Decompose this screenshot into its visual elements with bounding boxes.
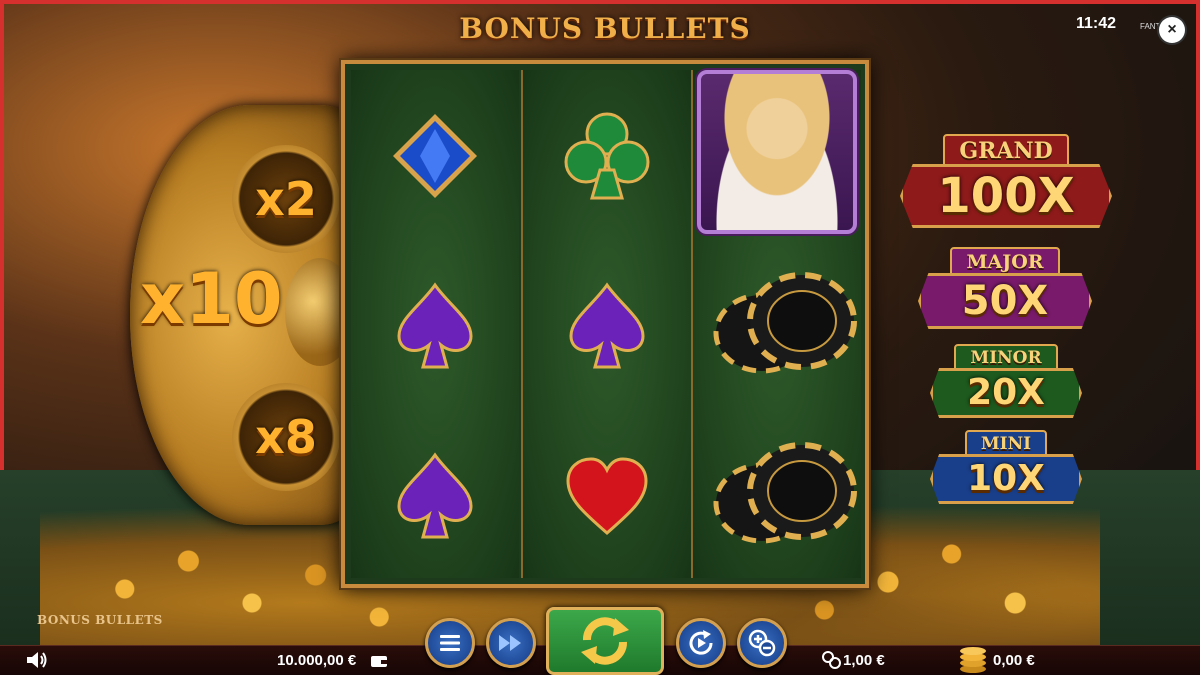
turbo-button[interactable] xyxy=(486,618,536,668)
balance-value: 10.000,00 € xyxy=(277,652,357,669)
game-title: BONUS BULLETS xyxy=(459,12,751,45)
fant-label: FANT xyxy=(1140,22,1161,31)
purple-spade-icon xyxy=(547,266,667,386)
jackpot-grand: GRAND 100X xyxy=(900,134,1112,228)
multiplier-top: x2 xyxy=(255,172,317,226)
autoplay-button[interactable] xyxy=(676,618,726,668)
reel-2 xyxy=(523,70,691,578)
chamber-bottom: x8 xyxy=(232,383,340,491)
jackpot-grand-label: GRAND xyxy=(943,134,1069,168)
jackpot-mini-label: MINI xyxy=(964,430,1048,458)
fast-forward-icon xyxy=(499,635,521,651)
jackpot-mini-value: 10X xyxy=(930,454,1082,504)
menu-button[interactable] xyxy=(425,618,475,668)
blonde-lady-portrait-icon xyxy=(697,70,857,234)
blue-diamond-gem-icon xyxy=(375,96,495,216)
spin-button[interactable] xyxy=(546,607,664,675)
reel-3 xyxy=(693,70,861,578)
speaker-icon[interactable] xyxy=(26,651,48,674)
jackpot-major: MAJOR 50X xyxy=(918,247,1092,329)
jackpot-minor-label: MINOR xyxy=(954,344,1058,372)
multiplier-bottom: x8 xyxy=(255,410,317,464)
jackpot-mini: MINI 10X xyxy=(930,430,1082,504)
reel-board xyxy=(341,60,869,588)
jackpot-minor-value: 20X xyxy=(930,368,1082,418)
reel-1 xyxy=(351,70,519,578)
clock: 11:42 xyxy=(1076,15,1117,32)
purple-spade-icon xyxy=(375,266,495,386)
brand-logo-small: BONUS BULLETS xyxy=(37,613,163,627)
jackpot-minor: MINOR 20X xyxy=(930,344,1082,418)
casino-chips-icon xyxy=(707,266,857,386)
close-button[interactable]: × xyxy=(1159,17,1185,43)
autoplay-icon xyxy=(689,630,713,655)
purple-spade-icon xyxy=(375,436,495,556)
refresh-icon xyxy=(581,617,629,665)
top-frame xyxy=(0,0,1200,4)
green-club-icon xyxy=(547,96,667,216)
casino-chips-icon xyxy=(707,436,857,556)
gold-coins-icon xyxy=(958,646,988,675)
jackpot-grand-value: 100X xyxy=(900,164,1112,228)
plus-minus-icon xyxy=(748,629,776,657)
bet-adjust-button[interactable] xyxy=(737,618,787,668)
multiplier-center: x10 xyxy=(140,258,283,340)
menu-icon xyxy=(440,635,460,651)
coins-stack-icon xyxy=(822,651,842,674)
chamber-top: x2 xyxy=(232,145,340,253)
jackpot-major-label: MAJOR xyxy=(950,247,1060,277)
red-heart-icon xyxy=(547,436,667,556)
wallet-icon xyxy=(370,653,388,673)
bet-value[interactable]: 1,00 € xyxy=(843,652,885,669)
win-value: 0,00 € xyxy=(993,652,1035,669)
jackpot-major-value: 50X xyxy=(918,273,1092,329)
